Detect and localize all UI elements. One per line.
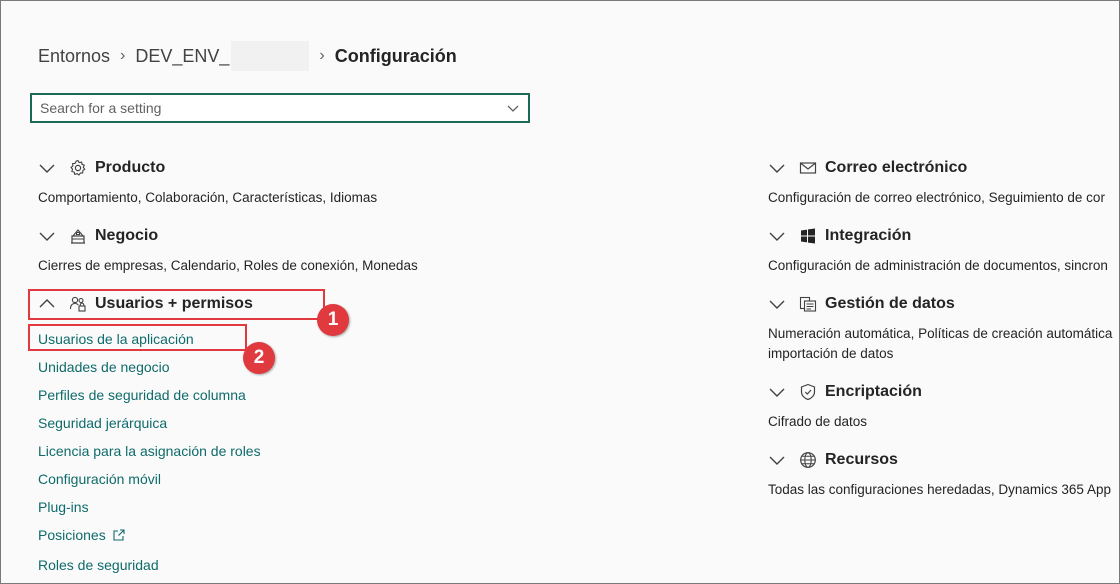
windows-icon: [799, 227, 817, 245]
link-licencia-roles[interactable]: Licencia para la asignación de roles: [38, 443, 261, 459]
breadcrumb: Entornos › DEV_ENV_ › Configuración: [38, 41, 457, 71]
chevron-right-icon: ›: [319, 47, 325, 64]
chevron-down-icon[interactable]: [768, 227, 786, 245]
shield-icon: [799, 383, 817, 401]
chevron-down-icon[interactable]: [768, 383, 786, 401]
chevron-down-icon[interactable]: [768, 159, 786, 177]
section-description: Todas las configuraciones heredadas, Dyn…: [768, 482, 1111, 497]
breadcrumb-environment-label: DEV_ENV_: [135, 45, 230, 66]
search-box[interactable]: [30, 93, 530, 123]
breadcrumb-environments[interactable]: Entornos: [38, 46, 110, 67]
chevron-down-icon[interactable]: [506, 101, 520, 115]
search-input[interactable]: [40, 100, 506, 116]
chevron-down-icon[interactable]: [768, 451, 786, 469]
callout-badge-2: 2: [243, 342, 275, 374]
callout-box-usuarios-aplicacion: [28, 324, 247, 351]
building-icon: [69, 227, 87, 245]
section-title: Gestión de datos: [825, 295, 955, 312]
gear-icon: [69, 159, 87, 177]
link-roles-seguridad[interactable]: Roles de seguridad: [38, 557, 159, 573]
section-title: Producto: [95, 159, 166, 176]
page-title: Configuración: [334, 45, 457, 66]
callout-box-usuarios-permisos: [28, 289, 325, 320]
section-recursos: Recursos: [768, 449, 898, 471]
link-plug-ins[interactable]: Plug-ins: [38, 499, 89, 515]
data-management-icon: [799, 295, 817, 313]
section-negocio: Negocio: [38, 225, 158, 247]
link-seguridad-jerarquica[interactable]: Seguridad jerárquica: [38, 415, 167, 431]
settings-page: Entornos › DEV_ENV_ › Configuración Prod…: [0, 0, 1120, 584]
section-correo: Correo electrónico: [768, 157, 967, 179]
section-description: Numeración automática, Políticas de crea…: [768, 326, 1113, 361]
link-label: Posiciones: [38, 527, 106, 543]
section-title: Negocio: [95, 227, 159, 244]
section-encriptacion: Encriptación: [768, 381, 922, 403]
callout-badge-1: 1: [317, 304, 349, 336]
chevron-down-icon[interactable]: [768, 295, 786, 313]
section-title: Encriptación: [825, 383, 922, 400]
section-title: Recursos: [825, 451, 898, 468]
section-integracion: Integración: [768, 225, 911, 247]
open-external-icon: [113, 529, 125, 541]
mail-icon: [799, 159, 817, 177]
redacted-area: [231, 41, 310, 71]
link-unidades-negocio[interactable]: Unidades de negocio: [38, 359, 170, 375]
section-description: Configuración de correo electrónico, Seg…: [768, 190, 1105, 205]
section-title: Correo electrónico: [825, 159, 968, 176]
chevron-down-icon[interactable]: [38, 159, 56, 177]
section-producto: Producto: [38, 157, 165, 179]
link-posiciones[interactable]: Posiciones: [38, 527, 126, 543]
chevron-down-icon[interactable]: [38, 227, 56, 245]
link-perfiles-seguridad-columna[interactable]: Perfiles de seguridad de columna: [38, 387, 246, 403]
section-description: Cierres de empresas, Calendario, Roles d…: [38, 258, 418, 273]
section-title: Integración: [825, 227, 912, 244]
section-gestion-datos: Gestión de datos: [768, 293, 955, 315]
section-description: Configuración de administración de docum…: [768, 258, 1108, 273]
breadcrumb-environment[interactable]: DEV_ENV_: [135, 41, 310, 71]
globe-icon: [799, 451, 817, 469]
section-description: Comportamiento, Colaboración, Caracterís…: [38, 190, 378, 205]
section-description: Cifrado de datos: [768, 414, 868, 429]
link-configuracion-movil[interactable]: Configuración móvil: [38, 471, 161, 487]
chevron-right-icon: ›: [120, 47, 126, 64]
